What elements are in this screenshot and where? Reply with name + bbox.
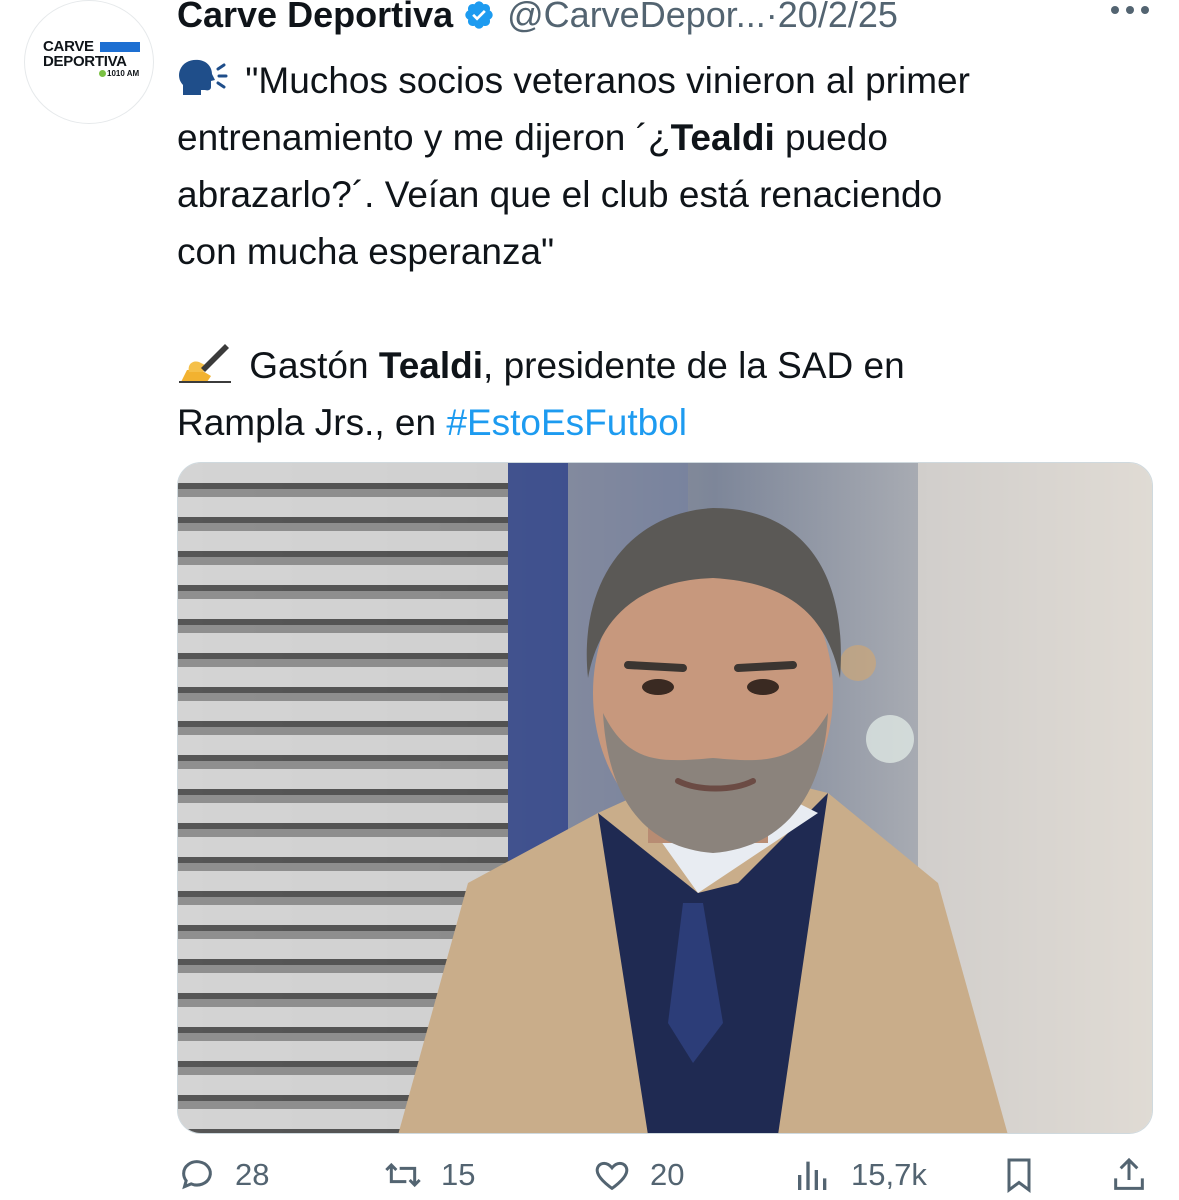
bookmark-icon — [1007, 1158, 1031, 1193]
repost-icon — [385, 1162, 421, 1188]
repost-count: 15 — [441, 1157, 476, 1192]
quote-line-2: entrenamiento y me dijeron ´¿Tealdi pued… — [177, 117, 888, 158]
repost-button[interactable]: 15 — [383, 1150, 475, 1200]
like-icon — [595, 1161, 629, 1191]
like-button[interactable]: 20 — [592, 1150, 684, 1200]
speaking-head-icon — [179, 59, 228, 95]
share-icon — [1114, 1157, 1144, 1190]
writing-hand-icon — [179, 344, 231, 383]
views-count: 15,7k — [851, 1157, 927, 1192]
handle[interactable]: @CarveDepor...·20/2/25 — [507, 0, 898, 36]
share-button[interactable] — [1109, 1150, 1149, 1200]
author-line-2: Rampla Jrs., en #EstoEsFutbol — [177, 402, 688, 443]
author-line-1: Gastón Tealdi, presidente de la SAD en — [177, 337, 1137, 394]
logo-line-3: 1010 AM — [107, 69, 140, 78]
verified-badge-icon — [465, 1, 493, 29]
action-bar: 28 15 20 15,7k — [177, 1150, 1157, 1200]
logo-line-2: DEPORTIVA — [43, 53, 127, 70]
reply-icon — [182, 1160, 212, 1190]
quote-line-1: "Muchos socios veteranos vinieron al pri… — [177, 52, 1137, 109]
carve-deportiva-logo: CARVE DEPORTIVA 1010 AM — [43, 39, 143, 78]
tweet-date[interactable]: 20/2/25 — [778, 0, 898, 35]
views-icon — [798, 1161, 827, 1190]
bookmark-button[interactable] — [999, 1150, 1039, 1200]
bold-keyword: Tealdi — [670, 117, 775, 158]
tweet-header: Carve Deportiva @CarveDepor...·20/2/25 — [177, 0, 898, 40]
like-count: 20 — [650, 1157, 685, 1192]
portrait-photo — [178, 463, 1152, 1133]
tweet-image[interactable] — [177, 462, 1153, 1134]
avatar[interactable]: CARVE DEPORTIVA 1010 AM — [24, 0, 154, 124]
reply-button[interactable]: 28 — [177, 1150, 269, 1200]
quote-line-4: con mucha esperanza" — [177, 231, 555, 272]
quote-line-3: abrazarlo?´. Veían que el club está rena… — [177, 174, 943, 215]
hashtag-link[interactable]: #EstoEsFutbol — [446, 402, 687, 443]
more-icon[interactable] — [1105, 0, 1155, 32]
views-button[interactable]: 15,7k — [793, 1150, 927, 1200]
tweet-text: "Muchos socios veteranos vinieron al pri… — [177, 52, 1137, 451]
display-name[interactable]: Carve Deportiva — [177, 0, 453, 36]
reply-count: 28 — [235, 1157, 270, 1192]
